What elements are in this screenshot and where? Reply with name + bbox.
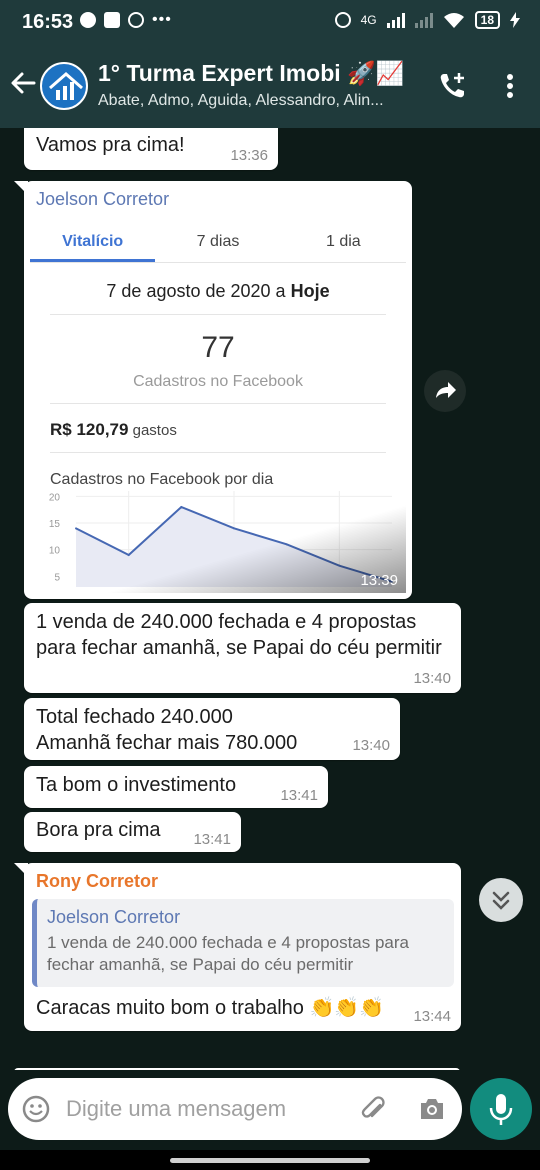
message-text: Caracas muito bom o trabalho 👏👏👏 (36, 997, 385, 1019)
do-not-disturb-icon (80, 12, 96, 28)
message-bubble[interactable]: Vamos pra cima! 13:36 (24, 128, 278, 170)
voice-record-button[interactable] (470, 1078, 532, 1140)
image-shadow-overlay (30, 483, 406, 593)
notification-icons: ••• (80, 12, 172, 28)
divider (50, 403, 386, 404)
signal-icon (386, 12, 405, 28)
message-text: Bora pra cima (36, 819, 161, 841)
battery-icon: 18 (474, 11, 500, 29)
back-arrow-icon[interactable] (8, 68, 38, 98)
attach-icon[interactable] (360, 1095, 388, 1123)
group-members[interactable]: Abate, Admo, Aguida, Alessandro, Alin... (98, 92, 420, 110)
quoted-message[interactable]: Joelson Corretor 1 venda de 240.000 fech… (32, 899, 454, 987)
message-bubble[interactable]: Total fechado 240.000 Amanhã fechar mais… (24, 698, 400, 760)
message-time: 13:41 (193, 831, 231, 848)
microphone-icon (489, 1094, 513, 1125)
divider (50, 452, 386, 453)
bubble-tail (14, 181, 28, 195)
tab-7-days: 7 dias (196, 233, 240, 250)
image-message-bubble[interactable]: Joelson Corretor Vitalício 7 dias 1 dia … (14, 181, 412, 599)
divider (50, 314, 386, 315)
message-input[interactable] (66, 1092, 352, 1126)
sender-name[interactable]: Joelson Corretor (36, 189, 169, 210)
scroll-to-bottom-button[interactable] (479, 878, 523, 922)
message-text: Vamos pra cima! (36, 134, 185, 156)
message-text: 1 venda de 240.000 fechada e 4 propostas… (36, 611, 442, 659)
message-time: 13:36 (230, 147, 268, 164)
message-time: 13:40 (413, 670, 451, 687)
more-options-icon[interactable] (494, 70, 526, 102)
sender-name[interactable]: Rony Corretor (36, 871, 158, 892)
signups-chart: 5101520 (30, 483, 406, 593)
message-text-line2: Amanhã fechar mais 780.000 (36, 732, 298, 754)
signal-sim2-icon (414, 12, 433, 28)
reply-message-bubble[interactable]: Rony Corretor Joelson Corretor 1 venda d… (14, 863, 461, 1031)
message-bubble[interactable]: 1 venda de 240.000 fechada e 4 propostas… (24, 603, 461, 693)
message-time: 13:40 (352, 737, 390, 754)
network-type: 4G (360, 13, 377, 27)
house-logo-icon (49, 72, 83, 100)
shared-image-card[interactable]: Vitalício 7 dias 1 dia 7 de agosto de 20… (30, 221, 406, 593)
amount-spent: R$ 120,79 gastos (50, 420, 406, 440)
signups-caption: Cadastros no Facebook (133, 373, 303, 390)
message-bubble[interactable]: Ta bom o investimento 13:41 (24, 766, 328, 808)
tab-1-day: 1 dia (325, 233, 361, 250)
message-time: 13:44 (413, 1008, 451, 1025)
message-text-line1: Total fechado 240.000 (36, 706, 233, 728)
add-call-icon[interactable] (436, 70, 468, 102)
system-nav-bar (0, 1150, 540, 1170)
group-avatar[interactable] (40, 62, 88, 110)
status-right: 4G 18 (334, 11, 520, 29)
battery-level: 18 (480, 13, 494, 27)
spent-label: gastos (128, 422, 177, 439)
date-range-start: 7 de agosto de 2020 a (106, 281, 291, 301)
composer-bar (0, 1070, 540, 1150)
camera-icon[interactable] (418, 1096, 446, 1122)
message-time: 13:39 (360, 572, 398, 589)
date-range: 7 de agosto de 2020 a Hoje (30, 281, 406, 302)
double-chevron-down-icon (492, 891, 510, 910)
forward-button[interactable] (424, 370, 466, 412)
quoted-sender: Joelson Corretor (47, 907, 181, 927)
wifi-icon (443, 13, 464, 28)
message-input-container[interactable] (8, 1078, 462, 1140)
quoted-text: 1 venda de 240.000 fechada e 4 propostas… (47, 933, 410, 974)
message-time: 13:41 (280, 787, 318, 804)
status-bar: 16:53 ••• 4G 18 (0, 0, 540, 44)
message-bubble[interactable]: Bora pra cima 13:41 (24, 812, 241, 852)
spent-amount: R$ 120,79 (50, 420, 129, 439)
message-notification-icon (104, 12, 120, 28)
group-title[interactable]: 1° Turma Expert Imobi 🚀📈 (98, 60, 428, 87)
chat-area[interactable]: Vamos pra cima! 13:36 Joelson Corretor V… (0, 128, 540, 1070)
chat-header[interactable]: 1° Turma Expert Imobi 🚀📈 Abate, Admo, Ag… (0, 44, 540, 128)
tab-lifetime: Vitalício (30, 221, 156, 262)
bitcoin-icon (128, 12, 144, 28)
bubble-tail (14, 863, 28, 877)
emoji-icon[interactable] (22, 1095, 50, 1123)
home-gesture-pill[interactable] (170, 1158, 370, 1163)
period-tabs: Vitalício 7 dias 1 dia (30, 221, 406, 263)
status-time: 16:53 (22, 11, 74, 33)
signups-count: 77 (201, 331, 235, 364)
date-range-end: Hoje (290, 281, 330, 301)
message-text: Ta bom o investimento (36, 774, 237, 796)
alarm-icon (334, 12, 351, 28)
forward-icon (436, 382, 456, 398)
charging-icon (510, 12, 520, 28)
more-notifications-icon: ••• (152, 11, 172, 28)
